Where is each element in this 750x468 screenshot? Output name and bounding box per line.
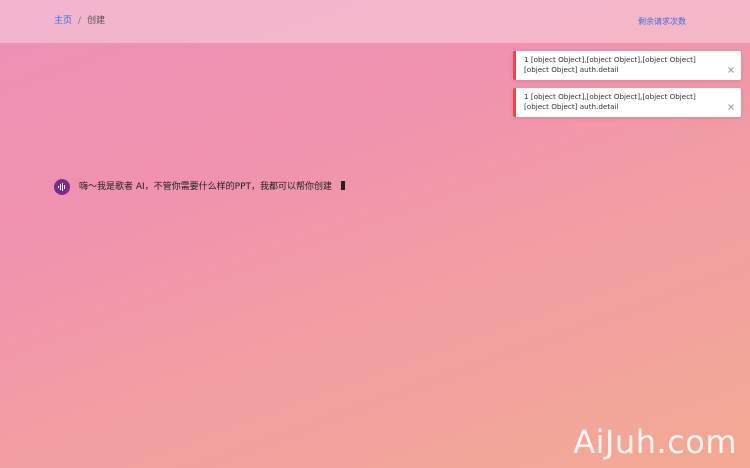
breadcrumb-current: 创建 xyxy=(87,16,106,26)
watermark: AiJuh.com xyxy=(573,423,737,461)
greeting-text: 嗨～我是歌者 AI，不管你需要什么样的PPT，我都可以帮你创建 xyxy=(79,182,333,192)
toast-message: 1 [object Object],[object Object],[objec… xyxy=(524,92,696,111)
error-toast: 1 [object Object],[object Object],[objec… xyxy=(513,88,741,117)
toast-message: 1 [object Object],[object Object],[objec… xyxy=(524,55,696,74)
typing-cursor xyxy=(341,181,346,190)
toast-accent-bar xyxy=(513,88,516,117)
error-toast: 1 [object Object],[object Object],[objec… xyxy=(513,51,741,80)
close-icon[interactable] xyxy=(726,60,736,73)
soundwave-logo-icon xyxy=(54,179,70,195)
assistant-greeting: 嗨～我是歌者 AI，不管你需要什么样的PPT，我都可以帮你创建 xyxy=(79,181,346,193)
remaining-requests-link[interactable]: 剩余请求次数 xyxy=(638,16,686,27)
toast-accent-bar xyxy=(513,51,516,80)
breadcrumb: 主页 / 创建 xyxy=(54,16,105,27)
close-icon[interactable] xyxy=(726,97,736,110)
breadcrumb-home-link[interactable]: 主页 xyxy=(54,16,72,26)
breadcrumb-separator: / xyxy=(78,16,82,26)
assistant-message: 嗨～我是歌者 AI，不管你需要什么样的PPT，我都可以帮你创建 xyxy=(54,179,346,195)
top-bar: 主页 / 创建 剩余请求次数 xyxy=(0,0,750,43)
